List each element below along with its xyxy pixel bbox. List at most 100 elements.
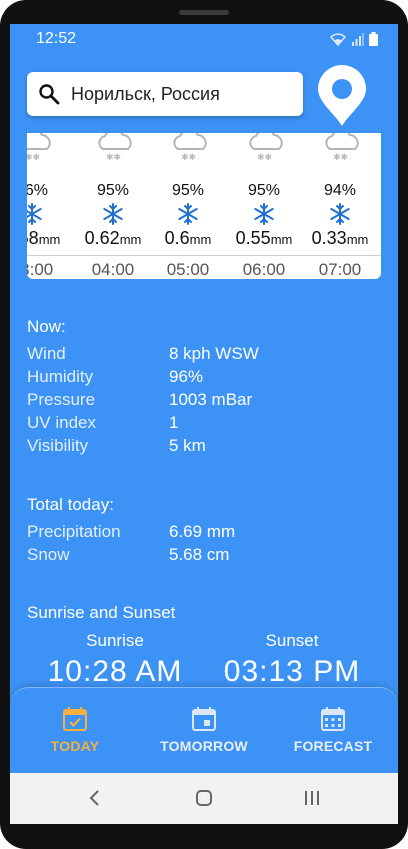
- search-icon[interactable]: [37, 82, 61, 106]
- hour-precip-unit: mm: [189, 232, 212, 247]
- hour-time: 07:00: [318, 260, 362, 279]
- sunset-label: Sunset: [265, 631, 319, 650]
- row-value: 96%: [169, 367, 204, 386]
- hourly-forecast[interactable]: ✱✱ 96% 5.58mm 03:00 ✱✱ 95% 0.62mm 04:00 …: [27, 133, 381, 279]
- search-input[interactable]: [71, 72, 291, 116]
- hour-precip: 0.33mm: [305, 228, 375, 249]
- now-row-uv-index: UV index 1: [27, 413, 387, 435]
- row-label: Wind: [27, 344, 66, 363]
- calendar-check-icon: [63, 707, 87, 731]
- wifi-icon: [330, 33, 346, 46]
- app-screen: 12:52 ✱✱ 96% 5.58mm 03:00: [10, 24, 398, 824]
- status-bar: 12:52: [10, 24, 398, 54]
- row-value: 5.68 cm: [169, 545, 230, 564]
- svg-text:✱✱: ✱✱: [106, 153, 121, 163]
- hour-precip-unit: mm: [119, 232, 142, 247]
- status-time: 12:52: [36, 30, 77, 47]
- now-row-visibility: Visibility 5 km: [27, 436, 387, 458]
- row-label: Visibility: [27, 436, 89, 455]
- snowflake-icon: [178, 203, 198, 225]
- cloud-snow-icon: ✱✱: [27, 133, 51, 163]
- hour-precip-unit: mm: [38, 232, 61, 247]
- hour-humidity: 96%: [27, 182, 49, 199]
- search-bar[interactable]: [27, 72, 303, 116]
- device-frame: 12:52 ✱✱ 96% 5.58mm 03:00: [0, 0, 408, 849]
- speaker-grille: [179, 10, 229, 15]
- now-row-pressure: Pressure 1003 mBar: [27, 390, 387, 412]
- total-row-snow: Snow 5.68 cm: [27, 545, 387, 567]
- sunrise-label: Sunrise: [86, 631, 144, 650]
- row-value: 5 km: [169, 436, 206, 455]
- row-value: 6.69 mm: [169, 522, 236, 541]
- tab-tomorrow[interactable]: TOMORROW: [139, 688, 269, 774]
- cloud-snow-icon: ✱✱: [325, 133, 359, 163]
- hour-precip: 0.62mm: [78, 228, 148, 249]
- sunset-time: 03:13 PM: [223, 655, 361, 688]
- cloud-snow-icon: ✱✱: [173, 133, 207, 163]
- hour-precip-unit: mm: [270, 232, 293, 247]
- now-row-wind: Wind 8 kph WSW: [27, 344, 387, 366]
- cloud-snow-icon: ✱✱: [249, 133, 283, 163]
- home-icon[interactable]: [195, 789, 213, 807]
- calendar-grid-icon: [321, 707, 345, 731]
- tab-forecast-label: FORECAST: [293, 738, 373, 754]
- svg-text:✱✱: ✱✱: [181, 153, 196, 163]
- hour-time: 05:00: [166, 260, 210, 279]
- now-row-humidity: Humidity 96%: [27, 367, 387, 389]
- tab-forecast[interactable]: FORECAST: [268, 688, 398, 774]
- recents-icon[interactable]: [303, 789, 321, 807]
- hour-time: 03:00: [27, 260, 54, 279]
- svg-text:✱✱: ✱✱: [257, 153, 272, 163]
- system-navigation-bar: [10, 773, 398, 824]
- row-value: 1003 mBar: [169, 390, 253, 409]
- sun-title: Sunrise and Sunset: [27, 603, 176, 622]
- hour-column: ✱✱ 95% 0.62mm 04:00: [78, 133, 148, 279]
- row-label: Precipitation: [27, 522, 121, 541]
- snowflake-icon: [27, 203, 42, 225]
- row-value: 1: [169, 413, 179, 432]
- total-row-precipitation: Precipitation 6.69 mm: [27, 522, 387, 544]
- tab-today-label: TODAY: [50, 738, 100, 754]
- cloud-snow-icon: ✱✱: [98, 133, 132, 163]
- hour-humidity: 94%: [323, 182, 357, 199]
- row-label: UV index: [27, 413, 96, 432]
- now-title: Now:: [27, 317, 66, 336]
- tab-today[interactable]: TODAY: [10, 688, 140, 774]
- hour-precip-value: 0.33: [311, 228, 347, 248]
- battery-icon: [369, 32, 378, 46]
- hour-precip: 0.6mm: [153, 228, 223, 249]
- bottom-tab-bar: TODAY TOMORROW FORECAST: [10, 687, 398, 774]
- hour-humidity: 95%: [171, 182, 205, 199]
- tab-tomorrow-label: TOMORROW: [160, 738, 248, 754]
- snowflake-icon: [254, 203, 274, 225]
- hour-column: ✱✱ 95% 0.55mm 06:00: [229, 133, 299, 279]
- hour-humidity: 95%: [247, 182, 281, 199]
- hour-time: 04:00: [91, 260, 135, 279]
- hour-time: 06:00: [242, 260, 286, 279]
- snowflake-icon: [103, 203, 123, 225]
- row-value: 8 kph WSW: [169, 344, 259, 363]
- signal-icon: [352, 33, 364, 46]
- row-label: Humidity: [27, 367, 94, 386]
- hour-precip-value: 0.55: [235, 228, 271, 248]
- location-pin-icon[interactable]: [315, 64, 369, 128]
- snowflake-icon: [330, 203, 350, 225]
- sunrise-time: 10:28 AM: [47, 655, 183, 688]
- hour-humidity: 95%: [96, 182, 130, 199]
- hour-column: ✱✱ 95% 0.6mm 05:00: [153, 133, 223, 279]
- row-label: Snow: [27, 545, 70, 564]
- back-icon[interactable]: [88, 789, 102, 807]
- hour-precip-value: 0.6: [164, 228, 190, 248]
- hour-precip-unit: mm: [346, 232, 369, 247]
- svg-text:✱✱: ✱✱: [27, 153, 40, 163]
- calendar-icon: [192, 707, 216, 731]
- hour-column: ✱✱ 94% 0.33mm 07:00: [305, 133, 375, 279]
- hour-precip-value: 0.62: [84, 228, 120, 248]
- total-today-title: Total today:: [27, 495, 114, 514]
- hour-column: ✱✱ 96% 5.58mm 03:00: [27, 133, 67, 279]
- row-label: Pressure: [27, 390, 96, 409]
- hour-precip: 0.55mm: [229, 228, 299, 249]
- hour-precip: 5.58mm: [27, 228, 67, 249]
- svg-text:✱✱: ✱✱: [333, 153, 348, 163]
- status-icons: [330, 32, 378, 46]
